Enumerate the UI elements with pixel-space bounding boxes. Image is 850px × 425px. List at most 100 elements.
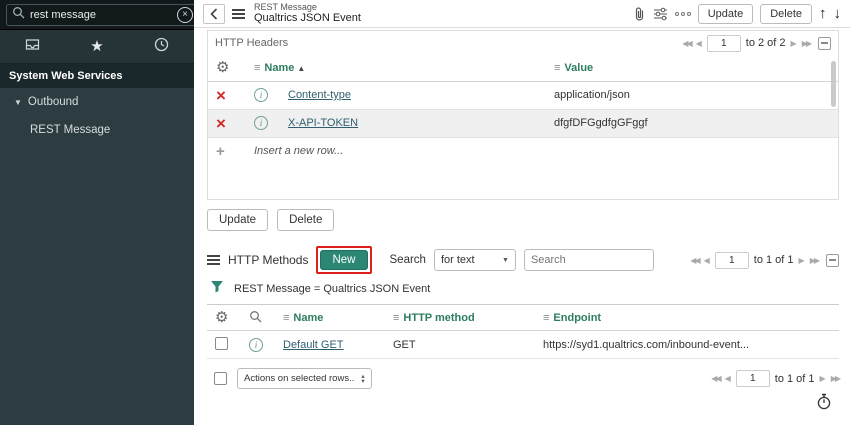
gear-icon: ⚙ bbox=[216, 59, 229, 76]
delete-row-icon[interactable]: × bbox=[216, 86, 226, 105]
table-row: i Default GET GET https://syd1.qualtrics… bbox=[207, 331, 839, 359]
column-context-icon: ≡ bbox=[254, 62, 260, 74]
navigator-search-input[interactable] bbox=[30, 9, 172, 21]
first-page-icon[interactable]: ◀◀ bbox=[711, 374, 719, 383]
select-all-checkbox[interactable] bbox=[214, 372, 227, 385]
last-page-icon[interactable]: ▶▶ bbox=[810, 256, 818, 265]
app-navigator: × ★ System Web Services ▼ Outbound REST … bbox=[0, 0, 194, 425]
personalize-form-button[interactable] bbox=[653, 7, 668, 21]
history-tab[interactable] bbox=[142, 37, 182, 57]
page-number-input[interactable] bbox=[715, 252, 749, 269]
column-header-name[interactable]: ≡Name bbox=[275, 305, 385, 331]
sidebar-item-label: Outbound bbox=[28, 96, 79, 108]
new-button[interactable]: New bbox=[320, 250, 367, 270]
nav-section-title-text: System Web Services bbox=[9, 70, 123, 82]
header-name-link[interactable]: Content-type bbox=[288, 89, 351, 101]
http-methods-toolbar: HTTP Methods New Search for text ▼ ◀◀ ◀ … bbox=[207, 246, 839, 274]
column-header-http-method[interactable]: ≡HTTP method bbox=[385, 305, 535, 331]
http-headers-pagination: ◀◀ ◀ to 2 of 2 ▶ ▶▶ bbox=[682, 35, 831, 52]
scrollbar[interactable] bbox=[831, 61, 836, 107]
next-page-icon[interactable]: ▶ bbox=[799, 256, 805, 265]
attachment-button[interactable] bbox=[632, 6, 646, 22]
http-headers-toolbar: HTTP Headers ◀◀ ◀ to 2 of 2 ▶ ▶▶ bbox=[208, 31, 838, 55]
sidebar-item-label: REST Message bbox=[30, 124, 110, 136]
back-button[interactable] bbox=[203, 4, 225, 24]
previous-page-icon[interactable]: ◀ bbox=[704, 256, 710, 265]
form-context-menu-icon[interactable] bbox=[232, 9, 245, 19]
previous-page-icon[interactable]: ◀ bbox=[725, 374, 731, 383]
info-icon[interactable]: i bbox=[254, 116, 268, 130]
row-range-text: to 1 of 1 bbox=[775, 373, 815, 385]
update-button[interactable]: Update bbox=[207, 209, 268, 231]
all-applications-tab[interactable] bbox=[12, 37, 52, 57]
navigator-search-strip: × bbox=[0, 0, 194, 30]
list-search-input[interactable] bbox=[524, 249, 654, 271]
record-type-label: REST Message bbox=[254, 3, 361, 13]
annotation-highlight: New bbox=[316, 246, 371, 274]
column-header-name[interactable]: ≡Name▲ bbox=[246, 55, 546, 81]
page-number-input[interactable] bbox=[736, 370, 770, 387]
navigator-search-box[interactable]: × bbox=[6, 4, 199, 26]
favorites-tab[interactable]: ★ bbox=[77, 37, 117, 56]
insert-row-label: Insert a new row... bbox=[254, 145, 343, 157]
search-label: Search bbox=[390, 254, 426, 266]
list-context-menu-icon[interactable] bbox=[207, 255, 220, 265]
next-record-icon[interactable]: ↓ bbox=[834, 6, 842, 21]
collapse-list-icon[interactable] bbox=[818, 37, 831, 50]
last-page-icon[interactable]: ▶▶ bbox=[802, 39, 810, 48]
table-row: × i X-API-TOKEN dfgfDFGgdfgGFggf bbox=[208, 109, 838, 137]
nav-section-title: System Web Services bbox=[0, 64, 194, 88]
method-type-text: GET bbox=[393, 339, 416, 351]
list-settings-cell[interactable]: ⚙ bbox=[208, 55, 246, 81]
funnel-icon[interactable] bbox=[210, 280, 224, 298]
delete-button[interactable]: Delete bbox=[277, 209, 334, 231]
tray-icon bbox=[24, 39, 41, 56]
previous-page-icon[interactable]: ◀ bbox=[696, 39, 702, 48]
filter-breadcrumb[interactable]: REST Message = Qualtrics JSON Event bbox=[234, 283, 430, 295]
column-context-icon: ≡ bbox=[393, 312, 399, 324]
next-page-icon[interactable]: ▶ bbox=[791, 39, 797, 48]
first-page-icon[interactable]: ◀◀ bbox=[682, 39, 690, 48]
first-page-icon[interactable]: ◀◀ bbox=[690, 256, 698, 265]
info-icon[interactable]: i bbox=[254, 88, 268, 102]
page-number-input[interactable] bbox=[707, 35, 741, 52]
gear-icon: ⚙ bbox=[215, 309, 228, 326]
column-header-endpoint[interactable]: ≡Endpoint bbox=[535, 305, 839, 331]
sidebar-item-outbound[interactable]: ▼ Outbound bbox=[0, 88, 194, 116]
next-page-icon[interactable]: ▶ bbox=[820, 374, 826, 383]
delete-button[interactable]: Delete bbox=[760, 4, 812, 24]
search-type-select[interactable]: for text ▼ bbox=[434, 249, 516, 271]
column-search-toggle[interactable] bbox=[241, 305, 275, 331]
more-options-icon[interactable] bbox=[675, 12, 691, 16]
list-settings-cell[interactable]: ⚙ bbox=[207, 305, 241, 331]
column-context-icon: ≡ bbox=[283, 312, 289, 324]
http-methods-title: HTTP Methods bbox=[228, 253, 308, 267]
header-name-link[interactable]: X-API-TOKEN bbox=[288, 117, 358, 129]
star-icon: ★ bbox=[90, 38, 103, 55]
info-icon[interactable]: i bbox=[249, 338, 263, 352]
list-filter-row: REST Message = Qualtrics JSON Event bbox=[207, 279, 839, 299]
chevron-left-icon bbox=[210, 8, 218, 20]
actions-select[interactable]: Actions on selected rows.. ▴▾ bbox=[237, 368, 372, 389]
delete-row-icon[interactable]: × bbox=[216, 114, 226, 133]
previous-record-icon[interactable]: ↑ bbox=[819, 6, 827, 21]
clock-icon bbox=[154, 39, 169, 56]
update-button[interactable]: Update bbox=[698, 4, 753, 24]
search-type-value: for text bbox=[441, 254, 475, 266]
column-header-value[interactable]: ≡Value bbox=[546, 55, 838, 81]
insert-row[interactable]: + Insert a new row... bbox=[208, 137, 838, 165]
method-name-link[interactable]: Default GET bbox=[283, 339, 344, 351]
collapse-list-icon[interactable] bbox=[826, 254, 839, 267]
response-time-icon[interactable] bbox=[816, 393, 832, 415]
sidebar-item-rest-message[interactable]: REST Message bbox=[0, 116, 194, 144]
row-checkbox[interactable] bbox=[215, 337, 228, 350]
add-row-icon[interactable]: + bbox=[216, 143, 225, 160]
footer-pagination: ◀◀ ◀ to 1 of 1 ▶ ▶▶ bbox=[711, 370, 839, 387]
paperclip-icon bbox=[632, 6, 646, 22]
row-range-text: to 2 of 2 bbox=[746, 37, 786, 49]
clear-search-icon[interactable]: × bbox=[177, 7, 193, 23]
last-page-icon[interactable]: ▶▶ bbox=[831, 374, 839, 383]
http-methods-pagination: ◀◀ ◀ to 1 of 1 ▶ ▶▶ bbox=[690, 252, 839, 269]
http-methods-table: ⚙ ≡Name ≡HTTP method ≡Endpoint i Default… bbox=[207, 304, 839, 359]
row-range-text: to 1 of 1 bbox=[754, 254, 794, 266]
